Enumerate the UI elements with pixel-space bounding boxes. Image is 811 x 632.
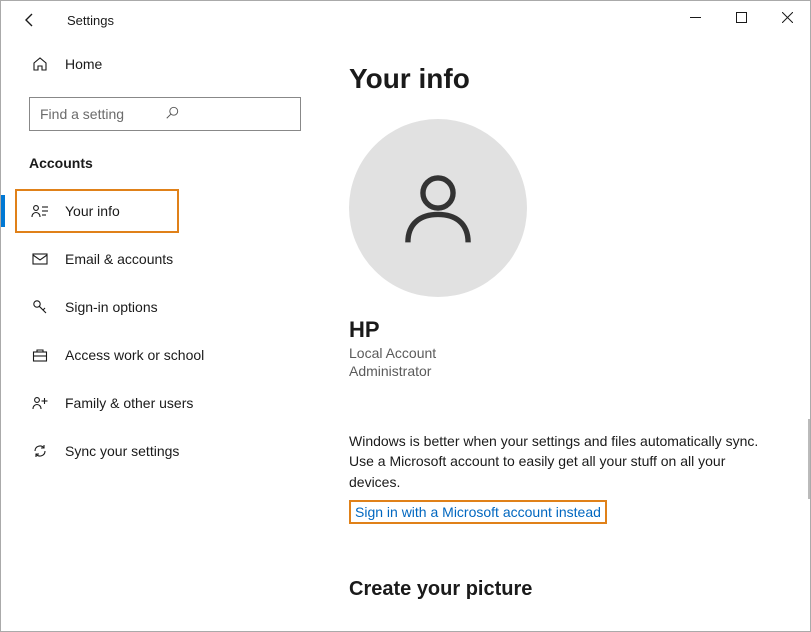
promo-text: Windows is better when your settings and… xyxy=(349,431,769,492)
search-placeholder: Find a setting xyxy=(40,106,165,122)
key-icon xyxy=(29,299,51,315)
highlight-annotation: Sign in with a Microsoft account instead xyxy=(349,500,607,524)
maximize-button[interactable] xyxy=(718,1,764,33)
arrow-left-icon xyxy=(22,12,38,28)
sign-in-microsoft-link[interactable]: Sign in with a Microsoft account instead xyxy=(355,504,601,520)
sidebar-item-your-info[interactable]: Your info xyxy=(29,191,321,231)
back-button[interactable] xyxy=(15,5,45,35)
mail-icon xyxy=(29,251,51,267)
sidebar-item-label: Access work or school xyxy=(65,347,204,363)
sidebar-item-label: Your info xyxy=(65,203,120,219)
people-icon xyxy=(29,395,51,411)
sidebar-item-sign-in-options[interactable]: Sign-in options xyxy=(29,287,321,327)
sidebar-item-access-work-school[interactable]: Access work or school xyxy=(29,335,321,375)
maximize-icon xyxy=(736,12,747,23)
account-role: Administrator xyxy=(349,363,782,379)
sidebar-item-sync-settings[interactable]: Sync your settings xyxy=(29,431,321,471)
sidebar-item-label: Sign-in options xyxy=(65,299,158,315)
avatar xyxy=(349,119,527,297)
username: HP xyxy=(349,317,782,343)
sidebar-item-label: Email & accounts xyxy=(65,251,173,267)
minimize-icon xyxy=(690,12,701,23)
minimize-button[interactable] xyxy=(672,1,718,33)
close-button[interactable] xyxy=(764,1,810,33)
sidebar-item-label: Sync your settings xyxy=(65,443,179,459)
sidebar-item-email-accounts[interactable]: Email & accounts xyxy=(29,239,321,279)
briefcase-icon xyxy=(29,347,51,363)
scrollbar[interactable] xyxy=(808,419,810,499)
person-icon xyxy=(395,165,481,251)
home-label: Home xyxy=(65,56,102,72)
sync-icon xyxy=(29,443,51,459)
sidebar: Home Find a setting Accounts Your info xyxy=(1,39,321,631)
home-icon xyxy=(29,56,51,72)
search-input[interactable]: Find a setting xyxy=(29,97,301,131)
page-title: Your info xyxy=(349,63,782,95)
section-header: Accounts xyxy=(29,155,321,171)
search-icon xyxy=(165,106,290,123)
home-nav[interactable]: Home xyxy=(29,45,321,83)
main-content: Your info HP Local Account Administrator… xyxy=(321,39,810,631)
sidebar-item-family-other-users[interactable]: Family & other users xyxy=(29,383,321,423)
sidebar-item-label: Family & other users xyxy=(65,395,193,411)
account-type: Local Account xyxy=(349,345,782,361)
close-icon xyxy=(782,12,793,23)
person-card-icon xyxy=(29,203,51,219)
window-title: Settings xyxy=(67,13,114,28)
create-picture-header: Create your picture xyxy=(349,578,782,601)
